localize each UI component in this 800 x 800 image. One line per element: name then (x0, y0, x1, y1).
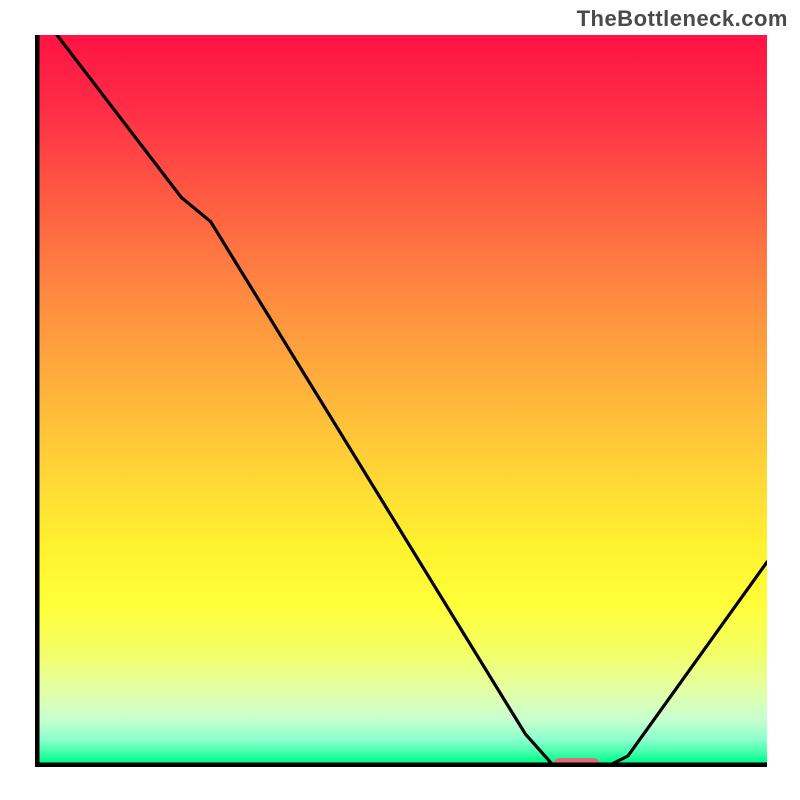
plot-area (35, 35, 767, 767)
axes-svg (35, 35, 767, 767)
watermark-label: TheBottleneck.com (577, 6, 788, 32)
bottleneck-chart: TheBottleneck.com (0, 0, 800, 800)
